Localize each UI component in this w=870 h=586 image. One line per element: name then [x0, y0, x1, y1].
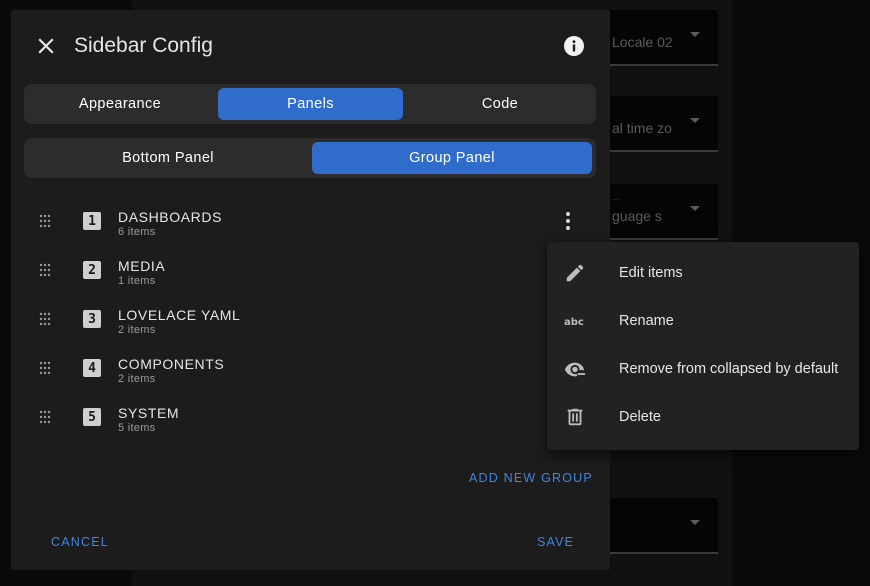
drag-handle-icon[interactable] — [39, 410, 51, 424]
eye-minus-icon — [564, 358, 586, 380]
background-field-value: guage s — [612, 208, 662, 224]
main-tabs: Appearance Panels Code — [24, 84, 596, 124]
caret-down-icon — [690, 206, 700, 211]
group-title: DASHBOARDS — [118, 209, 223, 225]
tab-panels[interactable]: Panels — [218, 88, 403, 120]
caret-down-icon — [690, 118, 700, 123]
group-title: SYSTEM — [118, 405, 180, 421]
panel-subtabs: Bottom Panel Group Panel — [24, 138, 596, 178]
drag-handle-icon[interactable] — [39, 361, 51, 375]
group-row[interactable]: 3 LOVELACE YAML 2 items — [11, 298, 610, 347]
abc-icon: abc — [564, 310, 586, 332]
trash-icon — [564, 406, 586, 428]
subtab-group-panel[interactable]: Group Panel — [312, 142, 592, 174]
group-context-menu: Edit items abc Rename Remove from collap… — [547, 242, 859, 450]
drag-handle-icon[interactable] — [39, 214, 51, 228]
background-field: ... guage s — [600, 184, 718, 240]
drag-handle-icon[interactable] — [39, 312, 51, 326]
group-item-count: 1 items — [118, 275, 156, 287]
group-title: COMPONENTS — [118, 356, 225, 372]
drag-handle-icon[interactable] — [39, 263, 51, 277]
group-title: LOVELACE YAML — [118, 307, 241, 323]
group-item-count: 5 items — [118, 422, 156, 434]
menu-item-rename[interactable]: abc Rename — [547, 298, 859, 346]
group-item-count: 2 items — [118, 373, 156, 385]
dialog-title: Sidebar Config — [74, 34, 213, 57]
group-row[interactable]: 2 MEDIA 1 items — [11, 249, 610, 298]
background-field: al time zo — [600, 96, 718, 152]
background-field-label: ... — [612, 192, 620, 202]
tab-appearance[interactable]: Appearance — [28, 88, 212, 120]
menu-item-delete[interactable]: Delete — [547, 394, 859, 442]
svg-text:abc: abc — [564, 317, 584, 328]
menu-item-label: Delete — [619, 409, 661, 425]
menu-item-edit-items[interactable]: Edit items — [547, 250, 859, 298]
group-number-icon: 4 — [83, 359, 101, 377]
caret-down-icon — [690, 520, 700, 525]
menu-item-remove-collapsed[interactable]: Remove from collapsed by default — [547, 346, 859, 394]
group-item-count: 6 items — [118, 226, 156, 238]
background-field-value: al time zo — [612, 120, 672, 136]
group-row[interactable]: 5 SYSTEM 5 items — [11, 396, 610, 445]
subtab-bottom-panel[interactable]: Bottom Panel — [28, 142, 308, 174]
group-item-count: 2 items — [118, 324, 156, 336]
save-button[interactable]: SAVE — [537, 535, 574, 549]
group-row[interactable]: 1 DASHBOARDS 6 items — [11, 200, 610, 249]
group-list: 1 DASHBOARDS 6 items 2 MEDIA 1 items 3 L… — [11, 200, 610, 445]
group-number-icon: 1 — [83, 212, 101, 230]
background-field: Locale 02 — [600, 10, 718, 66]
menu-item-label: Edit items — [619, 265, 683, 281]
dialog-header: Sidebar Config — [11, 10, 610, 80]
background-field-value: Locale 02 — [612, 34, 673, 50]
close-icon[interactable] — [35, 35, 57, 57]
cancel-button[interactable]: CANCEL — [51, 535, 109, 549]
add-new-group-button[interactable]: ADD NEW GROUP — [469, 471, 593, 485]
tab-code[interactable]: Code — [408, 88, 592, 120]
sidebar-config-dialog: Sidebar Config Appearance Panels Code Bo… — [11, 10, 610, 570]
caret-down-icon — [690, 32, 700, 37]
group-row[interactable]: 4 COMPONENTS 2 items — [11, 347, 610, 396]
pencil-icon — [564, 262, 586, 284]
background-field — [600, 498, 718, 554]
menu-item-label: Remove from collapsed by default — [619, 361, 839, 377]
more-vert-icon[interactable] — [564, 211, 572, 231]
group-title: MEDIA — [118, 258, 166, 274]
group-number-icon: 2 — [83, 261, 101, 279]
menu-item-label: Rename — [619, 313, 674, 329]
info-icon[interactable] — [563, 35, 585, 57]
group-number-icon: 5 — [83, 408, 101, 426]
group-number-icon: 3 — [83, 310, 101, 328]
